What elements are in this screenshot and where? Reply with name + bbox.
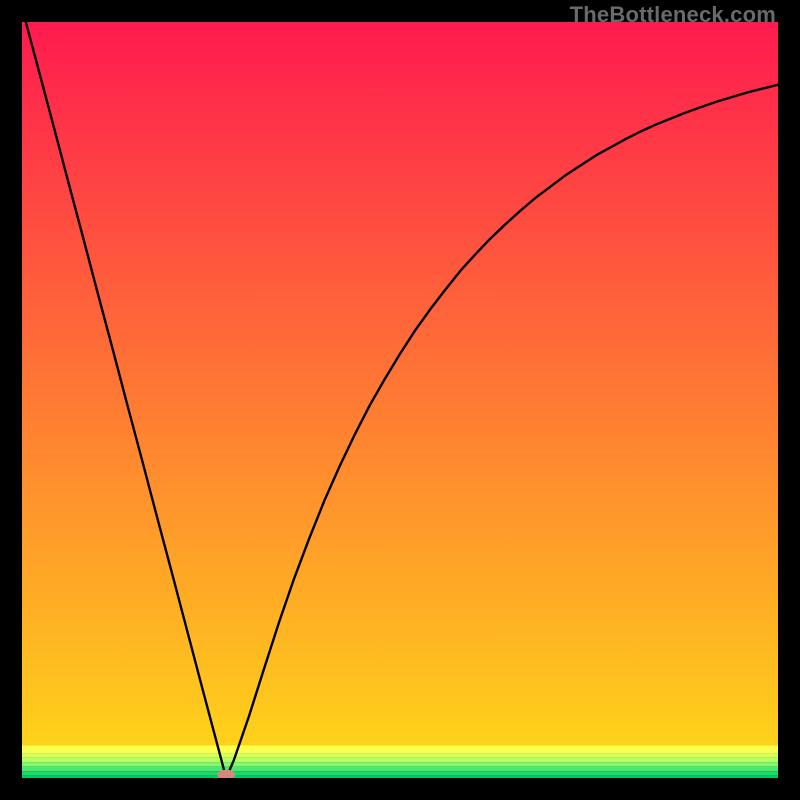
bottleneck-chart <box>22 22 778 778</box>
watermark-text: TheBottleneck.com <box>570 2 776 28</box>
chart-frame <box>22 22 778 778</box>
